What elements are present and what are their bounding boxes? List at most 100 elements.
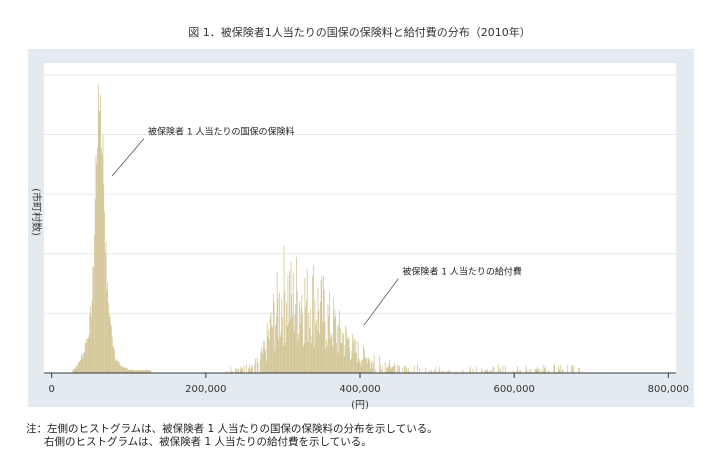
histogram-bar-series-1 [85, 343, 87, 373]
histogram-bar-series-2 [386, 367, 387, 373]
histogram-bar-series-2 [328, 315, 330, 373]
histogram-bar-series-1 [118, 361, 120, 373]
histogram-bar-series-1 [106, 290, 108, 373]
histogram-bar-series-2 [300, 307, 302, 373]
histogram-bar-series-2 [296, 291, 298, 373]
histogram-bar-series-1 [97, 147, 98, 373]
histogram-bar-series-2 [242, 367, 243, 373]
histogram-bar-series-2 [388, 364, 390, 373]
histogram-bar-series-2 [562, 368, 564, 373]
histogram-bar-series-2 [371, 360, 373, 373]
histogram-bar-series-2 [430, 369, 432, 373]
histogram-bar-series-2 [364, 356, 366, 373]
histogram-bar-series-2 [255, 358, 256, 373]
histogram-bar-series-2 [339, 328, 341, 373]
histogram-bar-series-2 [277, 297, 279, 373]
histogram-bar-series-2 [334, 309, 336, 373]
histogram-bar-series-2 [366, 358, 367, 373]
histogram-bar-series-1 [125, 367, 127, 373]
histogram-bar-series-2 [243, 365, 245, 373]
histogram-bar-series-1 [109, 313, 111, 373]
histogram-bar-series-2 [396, 364, 398, 373]
histogram-bar-series-1 [130, 369, 132, 373]
histogram-bar-series-2 [394, 365, 396, 373]
histogram-bar-series-2 [286, 326, 288, 373]
histogram-bar-series-2 [534, 369, 536, 373]
x-tick-label: 600,000 [493, 384, 534, 395]
histogram-bar-series-2 [327, 304, 329, 373]
histogram-bar-series-2 [358, 357, 360, 373]
histogram-bar-series-2 [305, 306, 307, 373]
histogram-bar-series-2 [359, 361, 360, 373]
histogram-bar-series-2 [282, 317, 283, 373]
histogram-bar-series-2 [353, 338, 355, 373]
histogram-bar-series-2 [285, 342, 287, 373]
histogram-bar-series-2 [370, 362, 372, 373]
histogram-bar-series-2 [346, 329, 347, 373]
histogram-bar-series-2 [340, 343, 342, 373]
histogram-bar-series-1 [86, 338, 88, 373]
footnote-line-2: 右側のヒストグラムは、被保険者 1 人当たりの給付費を示している。 [44, 436, 372, 448]
histogram-bar-series-2 [301, 294, 303, 373]
histogram-bar-series-1 [94, 234, 95, 373]
histogram-bar-series-2 [356, 352, 357, 373]
histogram-bar-series-2 [403, 365, 405, 373]
x-axis-label: (円) [351, 400, 369, 411]
histogram-bar-series-2 [309, 309, 311, 373]
histogram-bar-series-1 [103, 184, 105, 373]
histogram-bar-series-1 [111, 326, 112, 373]
histogram-bar-series-2 [265, 350, 266, 373]
histogram-bar-series-2 [336, 326, 338, 373]
histogram-bar-series-1 [91, 300, 93, 373]
histogram-bar-series-2 [470, 366, 471, 373]
histogram-bar-series-2 [289, 270, 290, 373]
histogram-bar-series-2 [256, 357, 258, 373]
histogram-bar-series-2 [295, 304, 297, 373]
histogram-bar-series-2 [539, 368, 541, 373]
histogram-bar-series-2 [310, 344, 312, 373]
histogram-bar-series-2 [487, 369, 488, 373]
histogram-bar-series-2 [319, 333, 320, 373]
histogram-bar-series-2 [241, 368, 243, 373]
histogram-bar-series-2 [269, 317, 271, 373]
histogram-bar-series-2 [324, 321, 326, 373]
histogram-bar-series-2 [235, 369, 237, 373]
histogram-bar-series-1 [105, 241, 107, 373]
histogram-bar-series-2 [307, 342, 309, 373]
histogram-bar-series-2 [355, 340, 357, 373]
footnote-line-1: 注：左側のヒストグラムは、被保険者 1 人当たりの国保の保険料の分布を示している… [26, 423, 438, 435]
histogram-bar-series-2 [353, 341, 354, 373]
histogram-bar-series-2 [344, 344, 346, 373]
histogram-bar-series-2 [312, 265, 314, 373]
histogram-bar-series-2 [279, 336, 281, 373]
histogram-bar-series-2 [230, 367, 232, 373]
histogram-bar-series-2 [275, 316, 277, 373]
histogram-bar-series-2 [282, 345, 284, 373]
histogram-bar-series-2 [245, 364, 247, 373]
histogram-bar-series-2 [439, 366, 441, 373]
histogram-bar-series-1 [117, 360, 118, 373]
histogram-bar-series-2 [363, 349, 365, 373]
histogram-bar-series-2 [407, 368, 409, 373]
histogram-bar-series-1 [121, 365, 122, 373]
histogram-bar-series-2 [254, 365, 256, 373]
histogram-bar-series-1 [114, 358, 116, 373]
histogram-bar-series-2 [544, 366, 546, 373]
histogram-bar-series-2 [272, 293, 274, 373]
histogram-bar-series-2 [289, 318, 291, 373]
histogram-bar-series-2 [316, 319, 317, 373]
histogram-bar-series-2 [578, 367, 579, 373]
histogram-bar-series-1 [107, 302, 109, 373]
histogram-bar-series-1 [93, 267, 95, 373]
histogram-bar-series-2 [299, 301, 300, 373]
histogram-bar-series-1 [76, 365, 78, 373]
histogram-bar-series-2 [345, 325, 347, 373]
histogram-bar-series-2 [363, 345, 364, 373]
histogram-bar-series-1 [121, 366, 123, 373]
histogram-bar-series-2 [389, 359, 391, 373]
histogram-bar-series-2 [337, 352, 339, 373]
histogram-bar-series-2 [263, 348, 265, 373]
histogram-bar-series-2 [348, 336, 350, 373]
histogram-bar-series-2 [338, 323, 340, 373]
histogram-bar-series-1 [74, 367, 76, 373]
